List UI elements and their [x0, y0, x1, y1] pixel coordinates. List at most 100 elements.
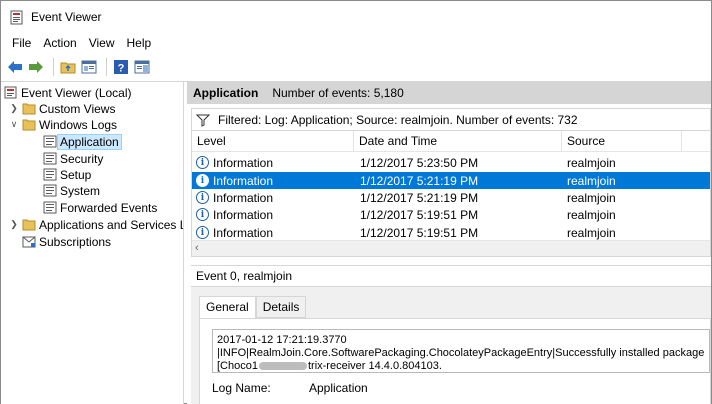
description-line-1: 2017-01-12 17:21:19.3770: [217, 334, 347, 346]
filter-text: Filtered: Log: Application; Source: real…: [218, 112, 578, 127]
menu-view[interactable]: View: [89, 36, 115, 50]
description-line-3-suffix: trix-receiver 14.4.0.804103.: [307, 360, 442, 372]
back-arrow-icon[interactable]: [6, 58, 24, 76]
column-header-source[interactable]: Source: [562, 131, 682, 152]
description-line-3-prefix: [Choco1: [217, 360, 258, 372]
tree-item-security[interactable]: Security: [43, 150, 103, 167]
menu-help[interactable]: Help: [127, 36, 152, 50]
chevron-right-icon[interactable]: ❯: [9, 103, 19, 114]
tree-item-setup[interactable]: Setup: [43, 166, 91, 183]
event-detail-pane: General Details 2017-01-12 17:21:19.3770…: [191, 287, 711, 404]
toolbar-separator: [53, 57, 54, 76]
svg-text:?: ?: [118, 62, 125, 74]
tree-label-subscriptions: Subscriptions: [39, 234, 112, 249]
column-header-extra[interactable]: [682, 131, 710, 152]
event-detail-header: Event 0, realmjoin: [191, 265, 711, 287]
tree-label-forwarded-events: Forwarded Events: [60, 200, 158, 215]
toolbar: ?: [1, 54, 711, 79]
event-count: Number of events: 5,180: [272, 86, 404, 100]
cell-level: Information: [213, 225, 274, 240]
log-icon: [43, 152, 57, 165]
column-header-date[interactable]: Date and Time: [354, 131, 562, 152]
cell-source: realmjoin: [567, 190, 616, 205]
show-action-pane-icon[interactable]: [133, 58, 151, 76]
table-row[interactable]: i Information 1/12/2017 5:19:51 PM realmj…: [192, 206, 710, 223]
events-table: Level Date and Time Source i Information …: [191, 130, 711, 257]
show-hide-tree-icon[interactable]: [80, 58, 98, 76]
help-icon[interactable]: ?: [112, 58, 130, 76]
tree-item-subscriptions[interactable]: Subscriptions: [22, 233, 111, 250]
tree-label-windows-logs: Windows Logs: [39, 117, 118, 132]
main-area: Event Viewer (Local) ❯ Custom Views ∨ Wi…: [1, 81, 711, 404]
cell-date: 1/12/2017 5:21:19 PM: [360, 173, 479, 188]
horizontal-scrollbar[interactable]: ‹: [192, 240, 710, 256]
title-bar: Event Viewer: [1, 1, 711, 33]
menu-action[interactable]: Action: [43, 36, 76, 50]
log-name-label: Log Name:: [212, 381, 271, 395]
log-icon: [43, 135, 57, 148]
tree-label-custom-views: Custom Views: [39, 101, 116, 116]
toolbar-separator: [106, 57, 107, 76]
tree-item-forwarded-events[interactable]: Forwarded Events: [43, 199, 157, 216]
table-row[interactable]: i Information 1/12/2017 5:19:51 PM realmj…: [192, 224, 710, 241]
tree-item-app-services[interactable]: ❯ Applications and Services Lo: [9, 216, 183, 233]
tree-item-windows-logs[interactable]: ∨ Windows Logs: [9, 116, 117, 133]
cell-level: Information: [213, 190, 274, 205]
tree-label-application: Application: [57, 133, 122, 150]
window-title: Event Viewer: [31, 10, 102, 24]
filter-bar: Filtered: Log: Application; Source: real…: [191, 108, 711, 130]
tab-general[interactable]: General: [199, 296, 256, 319]
cell-date: 1/12/2017 5:19:51 PM: [360, 225, 479, 240]
log-header-bar: Application Number of events: 5,180: [187, 82, 711, 104]
folder-icon: [22, 218, 36, 231]
up-folder-icon[interactable]: [59, 58, 77, 76]
scroll-left-arrow-icon[interactable]: ‹: [195, 242, 199, 254]
table-row-selected[interactable]: i Information 1/12/2017 5:21:19 PM realmj…: [192, 172, 710, 189]
information-icon: i: [196, 208, 209, 221]
tree-item-custom-views[interactable]: ❯ Custom Views: [9, 100, 115, 117]
subscriptions-icon: [22, 235, 36, 248]
forward-arrow-icon[interactable]: [27, 58, 45, 76]
column-header-level[interactable]: Level: [192, 131, 354, 152]
cell-source: realmjoin: [567, 207, 616, 222]
tree-label-root: Event Viewer (Local): [21, 85, 132, 100]
table-row[interactable]: i Information 1/12/2017 5:21:19 PM realmj…: [192, 189, 710, 206]
description-line-2: |INFO|RealmJoin.Core.SoftwarePackaging.C…: [217, 347, 705, 359]
tab-details[interactable]: Details: [255, 296, 307, 318]
event-viewer-app-icon: [10, 10, 24, 25]
log-title: Application: [193, 86, 259, 100]
tree-label-security: Security: [60, 151, 104, 166]
log-icon: [43, 168, 57, 181]
cell-source: realmjoin: [567, 173, 616, 188]
navigation-tree: Event Viewer (Local) ❯ Custom Views ∨ Wi…: [1, 82, 184, 404]
cell-level: Information: [213, 207, 274, 222]
information-icon: i: [196, 226, 209, 239]
tree-item-application[interactable]: Application: [43, 133, 122, 150]
tree-label-system: System: [60, 183, 101, 198]
cell-level: Information: [213, 173, 274, 188]
information-icon: i: [196, 191, 209, 204]
tree-item-system[interactable]: System: [43, 182, 100, 199]
folder-icon: [22, 102, 36, 115]
filter-icon: [195, 113, 211, 127]
cell-date: 1/12/2017 5:23:50 PM: [360, 155, 479, 170]
table-row[interactable]: i Information 1/12/2017 5:23:50 PM realmj…: [192, 154, 710, 171]
cell-date: 1/12/2017 5:21:19 PM: [360, 190, 479, 205]
information-icon: i: [196, 174, 209, 187]
tree-item-root[interactable]: Event Viewer (Local): [4, 84, 132, 101]
chevron-right-icon[interactable]: ❯: [9, 219, 19, 230]
log-name-value: Application: [309, 381, 368, 395]
folder-icon: [22, 118, 36, 131]
description-line-3: [Choco1 trix-receiver 14.4.0.804103.: [217, 360, 705, 372]
log-name-row: Log Name: Application: [212, 381, 368, 395]
cell-source: realmjoin: [567, 225, 616, 240]
event-description-box[interactable]: 2017-01-12 17:21:19.3770 |INFO|RealmJoin…: [212, 329, 710, 373]
event-viewer-window: Event Viewer File Action View Help ? Eve…: [0, 0, 712, 404]
content-pane: Application Number of events: 5,180 Filt…: [187, 82, 711, 404]
chevron-down-icon[interactable]: ∨: [9, 119, 19, 130]
event-detail-title: Event 0, realmjoin: [196, 269, 293, 283]
detail-tabs: General Details: [199, 296, 307, 319]
event-viewer-node-icon: [4, 86, 18, 99]
menu-file[interactable]: File: [12, 36, 31, 50]
general-tab-panel: 2017-01-12 17:21:19.3770 |INFO|RealmJoin…: [199, 318, 711, 404]
